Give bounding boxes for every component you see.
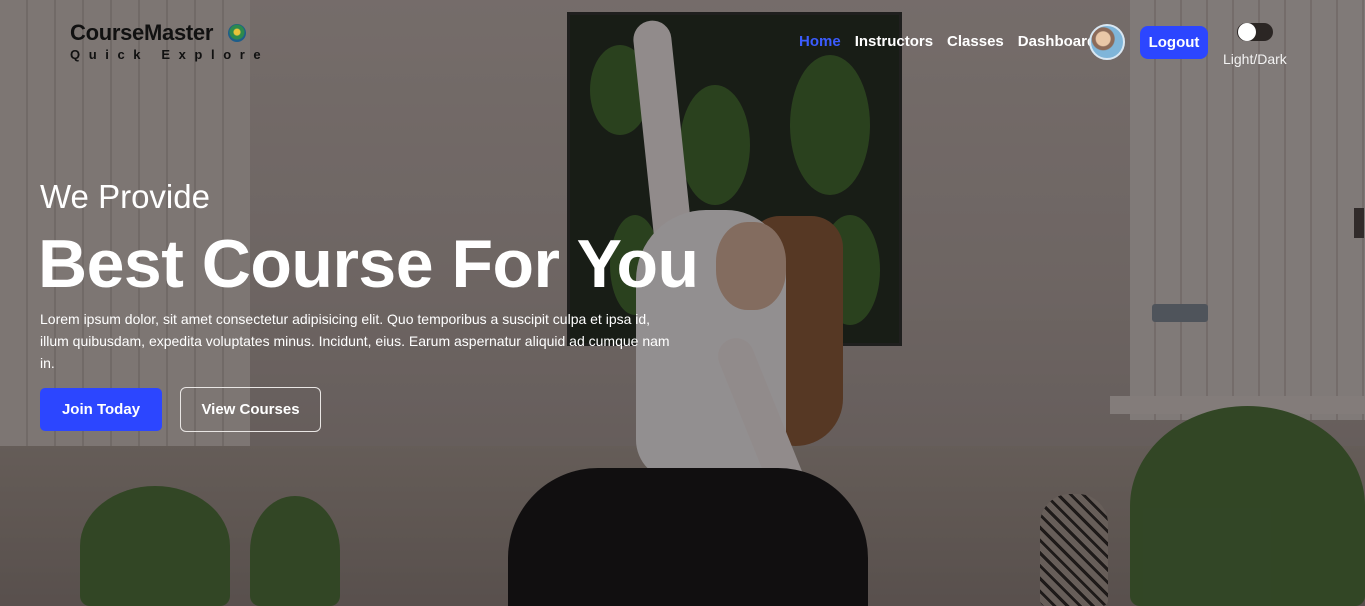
nav-link-instructors[interactable]: Instructors <box>855 33 933 50</box>
hero-description: Lorem ipsum dolor, sit amet consectetur … <box>40 311 670 371</box>
view-courses-button[interactable]: View Courses <box>180 387 321 432</box>
hero-dark-overlay <box>0 0 1365 606</box>
theme-toggle-switch[interactable] <box>1237 23 1273 41</box>
brand-tagline: Quick Explore <box>70 47 270 62</box>
main-nav: Home Instructors Classes Dashboard <box>799 33 1110 50</box>
site-logo[interactable]: CourseMaster Quick Explore <box>70 20 269 62</box>
nav-link-classes[interactable]: Classes <box>947 33 1004 50</box>
brand-name: CourseMaster <box>70 20 214 45</box>
user-avatar[interactable] <box>1089 24 1125 60</box>
hero-title: Best Course For You <box>38 226 699 302</box>
brand-emblem-icon <box>228 24 247 42</box>
theme-toggle-label: Light/Dark <box>1223 51 1287 67</box>
nav-link-home[interactable]: Home <box>799 33 841 50</box>
logout-button[interactable]: Logout <box>1140 26 1208 59</box>
nav-link-dashboard[interactable]: Dashboard <box>1018 33 1096 50</box>
hero-subtitle: We Provide <box>40 178 210 215</box>
toggle-knob <box>1238 23 1256 41</box>
join-today-button[interactable]: Join Today <box>40 388 162 431</box>
